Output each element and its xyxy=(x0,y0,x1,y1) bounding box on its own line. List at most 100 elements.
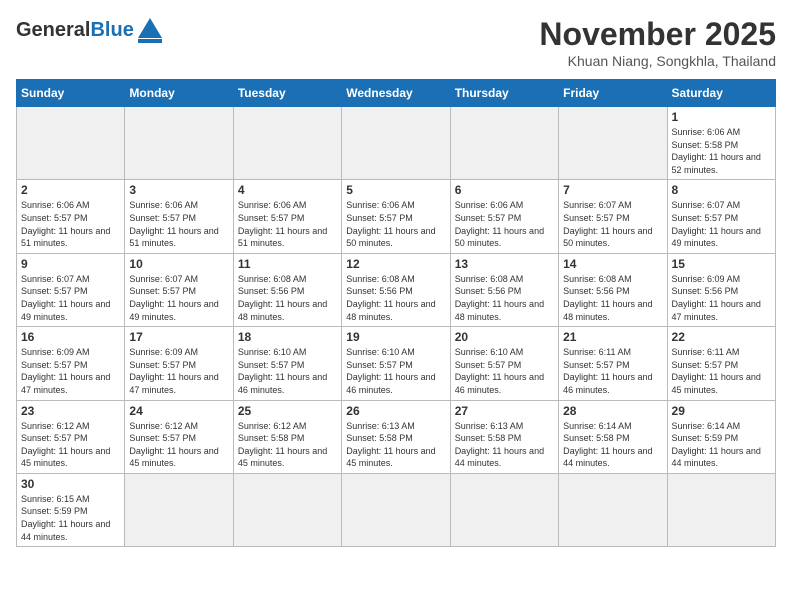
day-number: 26 xyxy=(346,404,445,418)
day-info: Sunrise: 6:08 AMSunset: 5:56 PMDaylight:… xyxy=(238,273,337,323)
calendar-cell: 23 Sunrise: 6:12 AMSunset: 5:57 PMDayligh… xyxy=(17,400,125,473)
header-monday: Monday xyxy=(125,80,233,107)
day-info: Sunrise: 6:15 AMSunset: 5:59 PMDaylight:… xyxy=(21,493,120,543)
calendar-cell: 5Sunrise: 6:06 AMSunset: 5:57 PMDaylight… xyxy=(342,180,450,253)
day-info: Sunrise: 6:10 AMSunset: 5:57 PMDaylight:… xyxy=(455,346,554,396)
day-info: Sunrise: 6:07 AMSunset: 5:57 PMDaylight:… xyxy=(129,273,228,323)
day-info: Sunrise: 6:06 AMSunset: 5:58 PMDaylight:… xyxy=(672,126,771,176)
day-number: 12 xyxy=(346,257,445,271)
day-info: Sunrise: 6:06 AMSunset: 5:57 PMDaylight:… xyxy=(238,199,337,249)
day-info: Sunrise: 6:08 AMSunset: 5:56 PMDaylight:… xyxy=(346,273,445,323)
location: Khuan Niang, Songkhla, Thailand xyxy=(539,53,776,69)
day-info: Sunrise: 6:14 AMSunset: 5:58 PMDaylight:… xyxy=(563,420,662,470)
calendar-cell: 29 Sunrise: 6:14 AMSunset: 5:59 PMDayligh… xyxy=(667,400,775,473)
day-info: Sunrise: 6:12 AMSunset: 5:57 PMDaylight:… xyxy=(21,420,120,470)
calendar-cell: 26 Sunrise: 6:13 AMSunset: 5:58 PMDayligh… xyxy=(342,400,450,473)
calendar-cell: 13 Sunrise: 6:08 AMSunset: 5:56 PMDayligh… xyxy=(450,253,558,326)
calendar-cell xyxy=(342,473,450,546)
calendar-cell xyxy=(17,107,125,180)
calendar-cell xyxy=(667,473,775,546)
calendar-row-5: 23 Sunrise: 6:12 AMSunset: 5:57 PMDayligh… xyxy=(17,400,776,473)
day-number: 9 xyxy=(21,257,120,271)
day-info: Sunrise: 6:08 AMSunset: 5:56 PMDaylight:… xyxy=(563,273,662,323)
day-number: 22 xyxy=(672,330,771,344)
calendar-cell: 17Sunrise: 6:09 AMSunset: 5:57 PMDayligh… xyxy=(125,327,233,400)
calendar-row-3: 9 Sunrise: 6:07 AMSunset: 5:57 PMDaylight… xyxy=(17,253,776,326)
day-info: Sunrise: 6:07 AMSunset: 5:57 PMDaylight:… xyxy=(21,273,120,323)
day-number: 29 xyxy=(672,404,771,418)
day-info: Sunrise: 6:07 AMSunset: 5:57 PMDaylight:… xyxy=(672,199,771,249)
day-number: 20 xyxy=(455,330,554,344)
calendar-cell: 16Sunrise: 6:09 AMSunset: 5:57 PMDayligh… xyxy=(17,327,125,400)
calendar-cell: 3Sunrise: 6:06 AMSunset: 5:57 PMDaylight… xyxy=(125,180,233,253)
calendar-cell xyxy=(559,473,667,546)
day-info: Sunrise: 6:13 AMSunset: 5:58 PMDaylight:… xyxy=(455,420,554,470)
calendar-cell: 15 Sunrise: 6:09 AMSunset: 5:56 PMDayligh… xyxy=(667,253,775,326)
calendar-cell: 4Sunrise: 6:06 AMSunset: 5:57 PMDaylight… xyxy=(233,180,341,253)
calendar-cell: 6Sunrise: 6:06 AMSunset: 5:57 PMDaylight… xyxy=(450,180,558,253)
calendar-cell: 28 Sunrise: 6:14 AMSunset: 5:58 PMDayligh… xyxy=(559,400,667,473)
day-number: 13 xyxy=(455,257,554,271)
calendar-cell: 21 Sunrise: 6:11 AMSunset: 5:57 PMDayligh… xyxy=(559,327,667,400)
calendar-table: Sunday Monday Tuesday Wednesday Thursday… xyxy=(16,79,776,547)
day-info: Sunrise: 6:06 AMSunset: 5:57 PMDaylight:… xyxy=(21,199,120,249)
day-info: Sunrise: 6:14 AMSunset: 5:59 PMDaylight:… xyxy=(672,420,771,470)
calendar-cell: 25Sunrise: 6:12 AMSunset: 5:58 PMDayligh… xyxy=(233,400,341,473)
day-number: 1 xyxy=(672,110,771,124)
calendar-cell: 8Sunrise: 6:07 AMSunset: 5:57 PMDaylight… xyxy=(667,180,775,253)
calendar-cell xyxy=(559,107,667,180)
calendar-row-2: 2 Sunrise: 6:06 AMSunset: 5:57 PMDaylight… xyxy=(17,180,776,253)
header-thursday: Thursday xyxy=(450,80,558,107)
day-number: 28 xyxy=(563,404,662,418)
page-header: GeneralBlue November 2025 Khuan Niang, S… xyxy=(16,16,776,69)
day-info: Sunrise: 6:08 AMSunset: 5:56 PMDaylight:… xyxy=(455,273,554,323)
logo-text: GeneralBlue xyxy=(16,20,134,40)
day-number: 30 xyxy=(21,477,120,491)
day-number: 21 xyxy=(563,330,662,344)
calendar-cell: 24Sunrise: 6:12 AMSunset: 5:57 PMDayligh… xyxy=(125,400,233,473)
day-info: Sunrise: 6:09 AMSunset: 5:57 PMDaylight:… xyxy=(129,346,228,396)
day-number: 27 xyxy=(455,404,554,418)
day-info: Sunrise: 6:10 AMSunset: 5:57 PMDaylight:… xyxy=(346,346,445,396)
header-saturday: Saturday xyxy=(667,80,775,107)
day-number: 3 xyxy=(129,183,228,197)
day-info: Sunrise: 6:06 AMSunset: 5:57 PMDaylight:… xyxy=(455,199,554,249)
day-number: 18 xyxy=(238,330,337,344)
day-info: Sunrise: 6:11 AMSunset: 5:57 PMDaylight:… xyxy=(563,346,662,396)
title-block: November 2025 Khuan Niang, Songkhla, Tha… xyxy=(539,16,776,69)
day-number: 7 xyxy=(563,183,662,197)
calendar-cell: 27 Sunrise: 6:13 AMSunset: 5:58 PMDayligh… xyxy=(450,400,558,473)
calendar-cell: 19 Sunrise: 6:10 AMSunset: 5:57 PMDayligh… xyxy=(342,327,450,400)
day-number: 19 xyxy=(346,330,445,344)
day-info: Sunrise: 6:13 AMSunset: 5:58 PMDaylight:… xyxy=(346,420,445,470)
calendar-cell: 22 Sunrise: 6:11 AMSunset: 5:57 PMDayligh… xyxy=(667,327,775,400)
calendar-cell: 14Sunrise: 6:08 AMSunset: 5:56 PMDayligh… xyxy=(559,253,667,326)
day-number: 16 xyxy=(21,330,120,344)
calendar-cell: 10 Sunrise: 6:07 AMSunset: 5:57 PMDayligh… xyxy=(125,253,233,326)
day-number: 10 xyxy=(129,257,228,271)
calendar-row-6: 30 Sunrise: 6:15 AMSunset: 5:59 PMDayligh… xyxy=(17,473,776,546)
day-number: 23 xyxy=(21,404,120,418)
calendar-row-4: 16 Sunrise: 6:09 AMSunset: 5:57 PMDayligh… xyxy=(17,327,776,400)
calendar-cell xyxy=(125,473,233,546)
day-number: 15 xyxy=(672,257,771,271)
calendar-cell xyxy=(450,107,558,180)
calendar-cell xyxy=(125,107,233,180)
header-tuesday: Tuesday xyxy=(233,80,341,107)
day-number: 5 xyxy=(346,183,445,197)
day-info: Sunrise: 6:07 AMSunset: 5:57 PMDaylight:… xyxy=(563,199,662,249)
day-number: 2 xyxy=(21,183,120,197)
day-info: Sunrise: 6:11 AMSunset: 5:57 PMDaylight:… xyxy=(672,346,771,396)
day-info: Sunrise: 6:09 AMSunset: 5:56 PMDaylight:… xyxy=(672,273,771,323)
calendar-cell: 9 Sunrise: 6:07 AMSunset: 5:57 PMDaylight… xyxy=(17,253,125,326)
calendar-cell: 18 Sunrise: 6:10 AMSunset: 5:57 PMDayligh… xyxy=(233,327,341,400)
logo: GeneralBlue xyxy=(16,16,164,44)
calendar-cell: 7 Sunrise: 6:07 AMSunset: 5:57 PMDaylight… xyxy=(559,180,667,253)
calendar-cell: 30 Sunrise: 6:15 AMSunset: 5:59 PMDayligh… xyxy=(17,473,125,546)
day-number: 11 xyxy=(238,257,337,271)
calendar-cell: 1 Sunrise: 6:06 AMSunset: 5:58 PMDaylight… xyxy=(667,107,775,180)
day-number: 25 xyxy=(238,404,337,418)
calendar-cell: 20 Sunrise: 6:10 AMSunset: 5:57 PMDayligh… xyxy=(450,327,558,400)
calendar-row-1: 1 Sunrise: 6:06 AMSunset: 5:58 PMDaylight… xyxy=(17,107,776,180)
day-info: Sunrise: 6:10 AMSunset: 5:57 PMDaylight:… xyxy=(238,346,337,396)
